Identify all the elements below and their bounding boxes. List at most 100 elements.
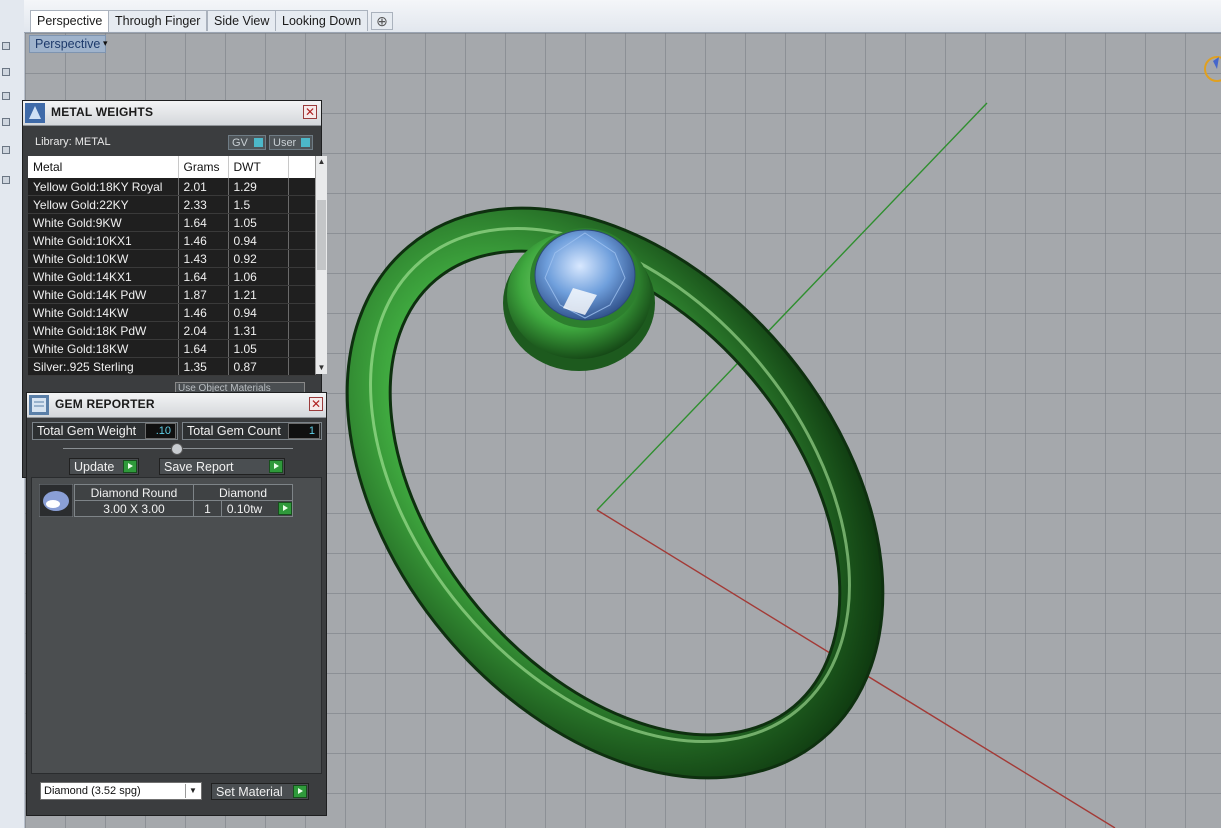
- dwt-cell: 1.06: [228, 267, 289, 286]
- dwt-cell: 1.29: [228, 178, 289, 196]
- library-label: Library: METAL: [35, 136, 111, 148]
- set-material-button[interactable]: Set Material: [211, 783, 309, 800]
- table-row[interactable]: Silver:.925 Sterling 1.35 0.87: [28, 357, 316, 376]
- toolbar-tool-icon[interactable]: [2, 92, 10, 100]
- grams-cell: 2.04: [178, 321, 229, 340]
- table-row[interactable]: White Gold:14KX1 1.64 1.06: [28, 267, 316, 286]
- close-icon[interactable]: ✕: [309, 397, 323, 411]
- metal-name-cell: White Gold:18K PdW: [28, 321, 179, 340]
- tab-looking-down[interactable]: Looking Down: [275, 10, 369, 31]
- save-report-button[interactable]: Save Report: [159, 458, 285, 475]
- column-header-dwt[interactable]: DWT: [228, 156, 289, 178]
- metal-name-cell: White Gold:10KW: [28, 249, 179, 268]
- metal-name-cell: White Gold:14KW: [28, 303, 179, 322]
- table-row[interactable]: Yellow Gold:18KY Royal 2.01 1.29: [28, 178, 316, 196]
- grams-cell: 2.01: [178, 178, 229, 196]
- metal-name-cell: White Gold:14KX1: [28, 267, 179, 286]
- gem-list-table: Diamond Round Diamond 3.00 X 3.00 1 0.10…: [74, 484, 294, 517]
- scroll-up-icon[interactable]: ▲: [316, 156, 327, 168]
- gv-toggle[interactable]: GV: [228, 135, 266, 150]
- scrollbar-thumb[interactable]: [317, 200, 326, 270]
- play-icon[interactable]: [278, 502, 292, 515]
- dwt-cell: 0.94: [228, 231, 289, 250]
- table-header-row: Metal Grams DWT: [28, 156, 316, 178]
- close-icon[interactable]: ✕: [303, 105, 317, 119]
- toolbar-tool-icon[interactable]: [2, 42, 10, 50]
- dwt-cell: 1.05: [228, 339, 289, 358]
- grams-cell: 1.35: [178, 357, 229, 376]
- column-header-metal[interactable]: Metal: [28, 156, 179, 178]
- add-tab-icon[interactable]: ⊕: [371, 12, 393, 30]
- material-select[interactable]: Diamond (3.52 spg) ▼: [40, 782, 202, 800]
- table-row[interactable]: White Gold:14KW 1.46 0.94: [28, 303, 316, 322]
- metal-name-cell: White Gold:18KW: [28, 339, 179, 358]
- metal-weights-titlebar[interactable]: METAL WEIGHTS ✕: [23, 101, 321, 126]
- table-row[interactable]: 3.00 X 3.00 1 0.10tw: [74, 500, 294, 517]
- metal-name-cell: White Gold:10KX1: [28, 231, 179, 250]
- gem-reporter-panel: GEM REPORTER ✕ Total Gem Weight .10 Tota…: [26, 392, 327, 816]
- panel-title: METAL WEIGHTS: [51, 105, 154, 119]
- metal-weights-table: Metal Grams DWT Yellow Gold:18KY Royal 2.…: [28, 156, 316, 376]
- dwt-cell: 1.21: [228, 285, 289, 304]
- metal-name-cell: White Gold:9KW: [28, 213, 179, 232]
- update-button[interactable]: Update: [69, 458, 139, 475]
- total-gem-count-value: 1: [288, 423, 320, 439]
- toolbar-tool-icon[interactable]: [2, 176, 10, 184]
- table-row[interactable]: White Gold:18K PdW 2.04 1.31: [28, 321, 316, 340]
- table-row[interactable]: White Gold:10KW 1.43 0.92: [28, 249, 316, 268]
- grams-cell: 1.43: [178, 249, 229, 268]
- table-row[interactable]: White Gold:9KW 1.64 1.05: [28, 213, 316, 232]
- panel-title: GEM REPORTER: [55, 397, 155, 411]
- viewport-tab-bar: Perspective Through Finger Side View Loo…: [24, 0, 1221, 33]
- dwt-cell: 0.94: [228, 303, 289, 322]
- table-row[interactable]: White Gold:14K PdW 1.87 1.21: [28, 285, 316, 304]
- grams-cell: 1.46: [178, 303, 229, 322]
- play-icon: [269, 460, 283, 473]
- grams-cell: 2.33: [178, 195, 229, 214]
- metal-name-cell: White Gold:14K PdW: [28, 285, 179, 304]
- gem-report-icon: [29, 395, 49, 415]
- metal-table-scrollbar[interactable]: ▲ ▼: [315, 156, 327, 374]
- gem-size-cell: 3.00 X 3.00: [74, 500, 194, 517]
- gem-weight-cell: 0.10tw: [220, 500, 294, 517]
- metal-name-cell: Yellow Gold:18KY Royal: [28, 178, 179, 196]
- toolbar-tool-icon[interactable]: [2, 118, 10, 126]
- diamond-round-icon[interactable]: [39, 484, 73, 517]
- play-icon: [293, 785, 307, 798]
- table-row[interactable]: White Gold:18KW 1.64 1.05: [28, 339, 316, 358]
- tab-side-view[interactable]: Side View: [207, 10, 277, 31]
- dwt-cell: 1.5: [228, 195, 289, 214]
- user-toggle[interactable]: User: [269, 135, 313, 150]
- grams-cell: 1.46: [178, 231, 229, 250]
- toolbar-tool-icon[interactable]: [2, 146, 10, 154]
- dwt-cell: 1.31: [228, 321, 289, 340]
- tab-through-finger[interactable]: Through Finger: [108, 10, 208, 31]
- dwt-cell: 0.87: [228, 357, 289, 376]
- metal-name-cell: Yellow Gold:22KY: [28, 195, 179, 214]
- splitter-handle[interactable]: [171, 443, 183, 455]
- chevron-down-icon[interactable]: ▼: [185, 784, 200, 798]
- gem-shape-cell: Diamond Round: [74, 484, 194, 501]
- gem-reporter-titlebar[interactable]: GEM REPORTER ✕: [27, 393, 326, 418]
- column-header-grams[interactable]: Grams: [178, 156, 229, 178]
- dwt-cell: 1.05: [228, 213, 289, 232]
- view-orientation-icon[interactable]: [1199, 51, 1221, 91]
- grams-cell: 1.64: [178, 213, 229, 232]
- y-axis-line: [596, 102, 988, 511]
- grams-cell: 1.64: [178, 339, 229, 358]
- table-row[interactable]: White Gold:10KX1 1.46 0.94: [28, 231, 316, 250]
- metal-name-cell: Silver:.925 Sterling: [28, 357, 179, 376]
- scroll-down-icon[interactable]: ▼: [316, 362, 327, 374]
- viewport-menu-caret-icon[interactable]: ▾: [103, 36, 113, 50]
- play-icon: [123, 460, 137, 473]
- total-gem-weight-value: .10: [145, 423, 176, 439]
- tab-perspective[interactable]: Perspective: [30, 10, 110, 32]
- scale-icon: [25, 103, 45, 123]
- toolbar-tool-icon[interactable]: [2, 68, 10, 76]
- dwt-cell: 0.92: [228, 249, 289, 268]
- table-row[interactable]: Yellow Gold:22KY 2.33 1.5: [28, 195, 316, 214]
- gem-list-area: Diamond Round Diamond 3.00 X 3.00 1 0.10…: [31, 477, 322, 774]
- grams-cell: 1.64: [178, 267, 229, 286]
- table-row[interactable]: Diamond Round Diamond: [74, 484, 293, 501]
- viewport-name-label[interactable]: Perspective: [29, 35, 107, 53]
